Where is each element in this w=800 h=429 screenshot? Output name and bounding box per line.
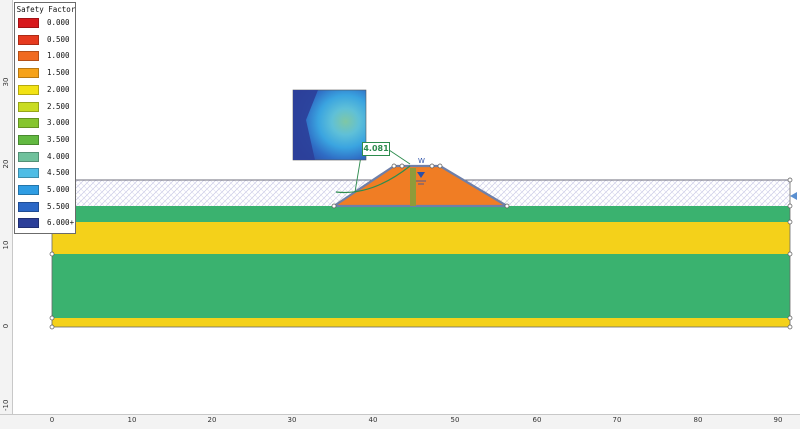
- legend-row: 3.000: [18, 118, 74, 129]
- legend-swatch: [18, 151, 39, 162]
- legend-row: 4.500: [18, 168, 74, 179]
- x-tick-label: 0: [49, 416, 55, 424]
- legend-row: 1.500: [18, 68, 74, 79]
- x-tick-label: 30: [287, 416, 297, 424]
- legend-swatch: [18, 101, 39, 112]
- svg-text:W: W: [418, 157, 425, 165]
- safety-factor-label[interactable]: 4.081: [362, 142, 390, 156]
- x-tick-label: 50: [450, 416, 460, 424]
- legend-swatch: [18, 185, 39, 195]
- legend-row: 0.000: [18, 18, 74, 29]
- legend-swatch: [18, 18, 39, 28]
- safety-factor-legend: Safety Factor 0.000 0.500 1.000 1.500 2.000 2…: [14, 2, 76, 234]
- x-tick-label: 90: [773, 416, 783, 424]
- soil-layer-yellow: [52, 222, 790, 254]
- legend-swatch: [18, 134, 39, 145]
- model-canvas[interactable]: W: [0, 0, 800, 414]
- legend-label: 6.000+: [47, 218, 75, 228]
- legend-row: 0.500: [18, 34, 74, 46]
- legend-label: 3.000: [47, 118, 70, 128]
- legend-swatch: [18, 168, 39, 179]
- legend-row: 5.000: [18, 185, 74, 196]
- soil-layer-green-main: [52, 254, 790, 318]
- legend-label: 4.000: [47, 151, 70, 161]
- legend-label: 4.500: [47, 168, 70, 178]
- x-tick-label: 20: [207, 416, 217, 424]
- soil-layer-green-top: [52, 206, 790, 222]
- legend-swatch: [18, 68, 39, 79]
- legend-label: 5.000: [47, 185, 70, 194]
- wall-element: [410, 168, 416, 206]
- boundary-arrow-icon: [790, 192, 797, 200]
- legend-row: 6.000+: [18, 218, 74, 229]
- legend-label: 2.000: [47, 84, 70, 94]
- legend-row: 2.000: [18, 84, 74, 96]
- x-tick-label: 70: [612, 416, 622, 424]
- x-tick-label: 60: [532, 416, 542, 424]
- x-tick-label: 10: [127, 416, 137, 424]
- legend-label: 0.500: [47, 34, 70, 44]
- legend-swatch: [18, 201, 39, 212]
- soil-layer-yellow-bottom: [52, 318, 790, 327]
- legend-label: 3.500: [47, 134, 70, 144]
- legend-swatch: [18, 218, 39, 229]
- legend-label: 0.000: [47, 18, 70, 27]
- leader-line: [388, 149, 411, 165]
- legend-swatch: [18, 118, 39, 129]
- x-ruler: [0, 414, 800, 429]
- legend-label: 2.500: [47, 101, 70, 111]
- legend-row: 1.000: [18, 51, 74, 62]
- legend-row: 4.000: [18, 151, 74, 163]
- legend-label: 5.500: [47, 201, 70, 211]
- legend-row: 2.500: [18, 101, 74, 113]
- legend-row: 5.500: [18, 201, 74, 213]
- legend-swatch: [18, 34, 39, 45]
- legend-label: 1.000: [47, 51, 70, 61]
- legend-swatch: [18, 84, 39, 95]
- legend-row: 3.500: [18, 134, 74, 146]
- x-tick-label: 80: [693, 416, 703, 424]
- x-tick-label: 40: [368, 416, 378, 424]
- legend-label: 1.500: [47, 68, 70, 78]
- legend-swatch: [18, 51, 39, 62]
- legend-title: Safety Factor: [16, 5, 76, 14]
